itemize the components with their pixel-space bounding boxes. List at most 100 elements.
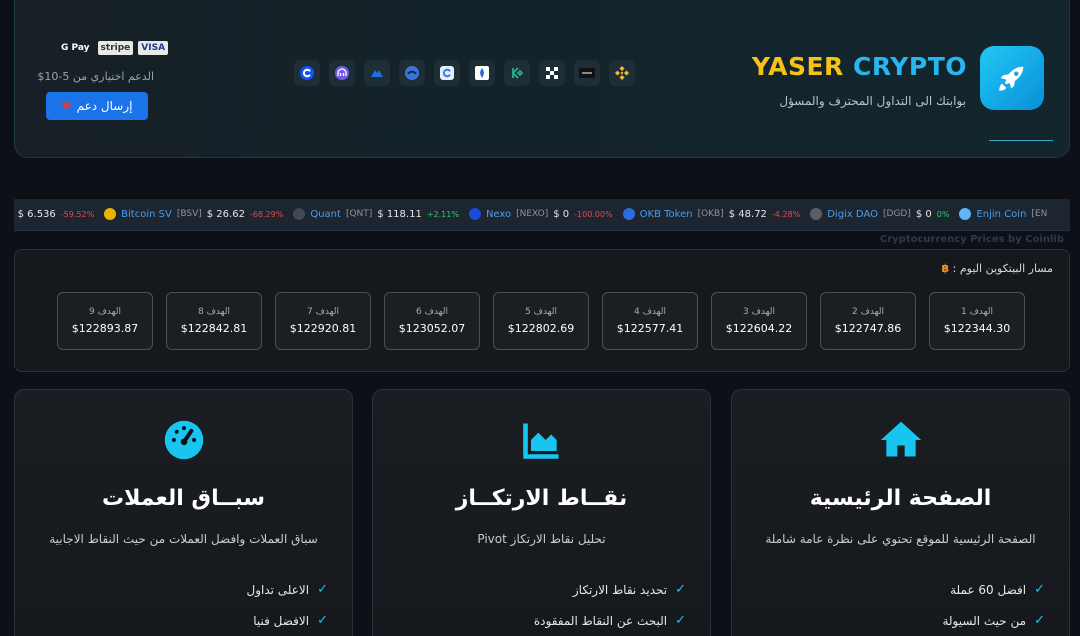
brand-title-part1: YASER [751,52,844,81]
ticker-item[interactable]: OKB Token [OKB] $ 48.72 -4.28% [622,208,801,220]
card-feature-list: ✓ افضل 60 عملة ✓ من حيث السيولة [942,574,1045,636]
area-chart-icon [522,423,558,459]
card-description: تحليل نقاط الارتكاز Pivot [477,532,606,546]
coin-price: $ 0 [915,208,932,220]
coin-icon [293,208,306,220]
huobi-icon[interactable] [469,60,495,86]
coinbase-c-icon[interactable] [294,60,320,86]
target-card: الهدف 9 $122893.87 [57,292,153,350]
coin-price: $ 6.536 [17,208,56,220]
coin-price: $ 26.62 [206,208,245,220]
check-icon: ✓ [675,582,686,597]
ticker-item[interactable]: O]$ 6.536-59.52% [14,208,95,220]
target-label: الهدف 3 [742,307,776,317]
check-icon: ✓ [1034,613,1045,628]
check-icon: ✓ [675,613,686,628]
price-ticker[interactable]: O]$ 6.536-59.52%Bitcoin SV[BSV]$ 26.62-6… [14,199,1070,231]
coin-name: OKB Token [639,208,693,220]
coinbase-icon[interactable] [434,60,460,86]
bitcoin-icon: ฿ [941,262,950,275]
feature-text: البحث عن النقاط المفقودة [533,613,668,628]
target-card: الهدف 7 $122920.81 [275,292,371,350]
brand-title[interactable]: YASER CRYPTO [752,52,967,81]
bitget-icon[interactable] [364,60,390,86]
list-item: ✓ من حيث السيولة [942,605,1045,636]
target-value: $122344.30 [943,322,1011,335]
donate-button-label: إرسال دعم [76,99,133,113]
rocket-logo-icon[interactable] [980,46,1044,110]
target-value: $122604.22 [725,322,793,335]
feature-text: تحديد نقاط الارتكاز [572,582,668,597]
coin-price: $ 48.72 [728,208,767,220]
google-pay-logo: G Pay [61,43,90,53]
target-value: $122747.86 [834,322,902,335]
coin-change: +2.11% [426,209,459,219]
ticker-item[interactable]: Nexo [NEXO] $ 0 -100.00% [468,208,613,220]
target-card: الهدف 4 $122577.41 [602,292,698,350]
check-icon: ✓ [317,613,328,628]
site-header: YASER CRYPTO بوابتك الى التداول المحترف … [14,0,1070,158]
coin-name: Quant [310,208,341,220]
coin-symbol: [EN [1031,209,1048,219]
coin-change: -4.28% [771,209,801,219]
exchange-logos [294,60,635,86]
list-item: ✓ افضل 60 عملة [942,574,1045,605]
target-card: الهدف 8 $122842.81 [166,292,262,350]
target-card: الهدف 3 $122604.22 [711,292,807,350]
card-description: سباق العملات وافضل العملات من حيث النقاط… [49,532,318,546]
card-home[interactable]: الصفحة الرئيسية الصفحة الرئيسية للموقع ت… [731,389,1070,636]
visa-logo: VISA [138,41,169,55]
coin-icon [810,208,823,220]
target-value: $123052.07 [398,322,466,335]
heart-icon: ❤ [61,99,72,113]
brand-tagline: بوابتك الى التداول المحترف والمسؤل [779,94,966,108]
coin-name: Bitcoin SV [121,208,172,220]
target-value: $122577.41 [616,322,684,335]
list-item: ✓ الاعلى تداول [246,574,328,605]
list-item: ✓ الافضل فنيا [246,605,328,636]
ticker-item[interactable]: Bitcoin SV [BSV] $ 26.62 -68.29% [104,208,283,220]
coin-price: $ 118.11 [377,208,422,220]
feature-text: الاعلى تداول [246,582,310,597]
coin-symbol: [BSV] [176,209,202,219]
coin-icon [104,208,117,220]
check-icon: ✓ [317,582,328,597]
list-item: ✓ البحث عن النقاط المفقودة [534,605,686,636]
ticker-item[interactable]: Digix DAO [DGD] $ 0 0% [810,208,949,220]
coin-change: 0% [936,209,950,219]
coin-symbol: [QNT] [345,209,373,219]
coin-change: -59.52% [60,209,95,219]
kucoin-icon[interactable] [504,60,530,86]
target-card: الهدف 1 $122344.30 [929,292,1025,350]
coin-symbol: [OKB] [697,209,724,219]
card-title: سبــاق العملات [101,486,266,511]
coin-icon [622,208,635,220]
card-feature-list: ✓ تحديد نقاط الارتكاز ✓ البحث عن النقاط ال… [534,574,686,636]
check-icon: ✓ [1034,582,1045,597]
target-label: الهدف 7 [306,307,340,317]
bitcoin-path-title: مسار البيتكوين اليوم : ฿ [942,262,1054,275]
donate-button[interactable]: إرسال دعم ❤ [46,92,148,120]
card-feature-list: ✓ الاعلى تداول ✓ الافضل فنيا [246,574,328,636]
coin-icon [468,208,481,220]
feature-text: من حيث السيولة [942,613,1027,628]
card-coin-race[interactable]: سبــاق العملات سباق العملات وافضل العملا… [14,389,353,636]
okx-icon[interactable] [539,60,565,86]
coin-symbol: [NEXO] [516,209,549,219]
bitcoin-path-panel: مسار البيتكوين اليوم : ฿ الهدف 1 $122344… [14,249,1070,372]
feature-text: الافضل فنيا [253,613,310,628]
kraken-icon[interactable] [329,60,355,86]
coin-change: -68.29% [249,209,284,219]
exchange-blue-icon[interactable] [399,60,425,86]
ticker-track: O]$ 6.536-59.52%Bitcoin SV[BSV]$ 26.62-6… [14,208,1047,220]
stripe-logo: stripe [97,41,134,55]
target-card: الهدف 6 $123052.07 [384,292,480,350]
ticker-credit-link[interactable]: Cryptocurrency Prices by Coinlib [880,234,1064,245]
home-icon [880,421,921,457]
card-pivot-points[interactable]: نقــاط الارتكــاز تحليل نقاط الارتكاز Pi… [372,389,711,636]
ticker-item[interactable]: Quant [QNT] $ 118.11 +2.11% [293,208,459,220]
ticker-item[interactable]: Enjin Coin [EN [959,208,1047,220]
binance-icon[interactable] [609,60,635,86]
support-text: الدعم اختياري من 5-10$ [37,70,154,83]
bybit-icon[interactable] [574,60,600,86]
